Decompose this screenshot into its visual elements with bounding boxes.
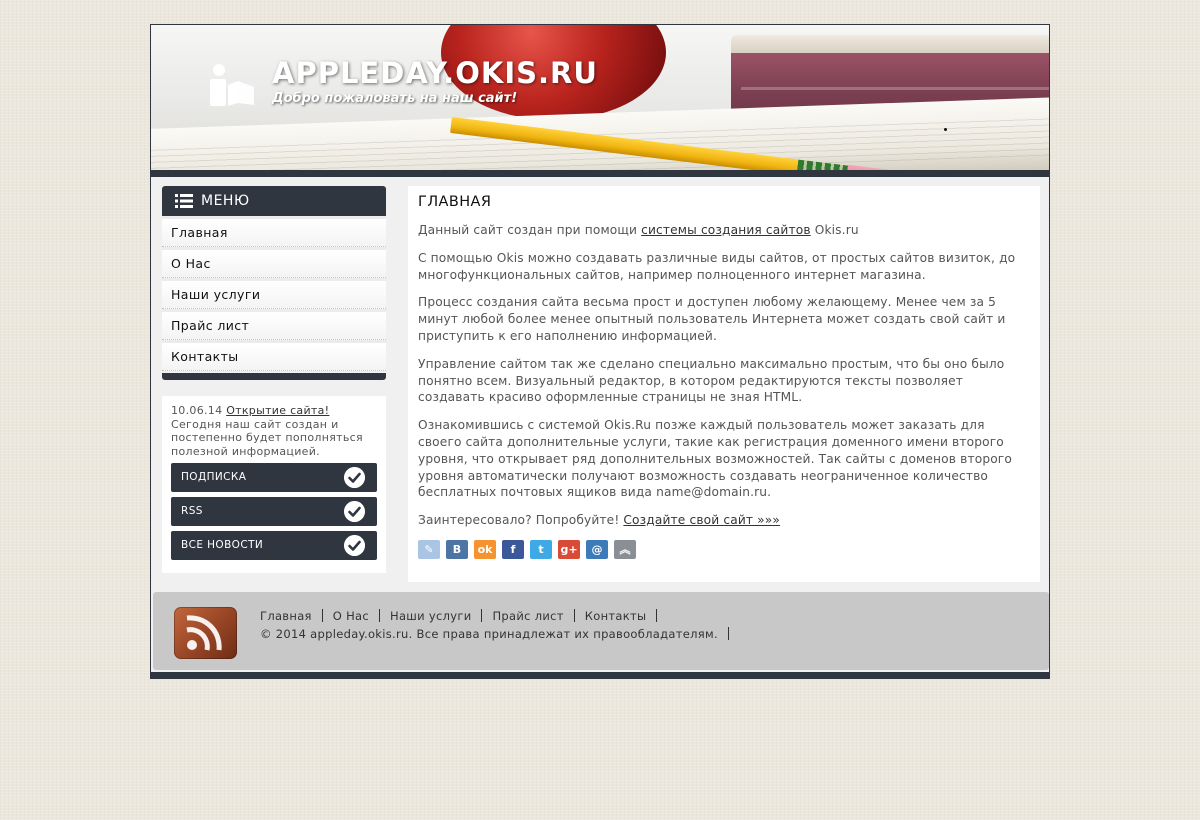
more-share-icon[interactable]: ︽ (614, 539, 636, 559)
reader-logo-icon[interactable] (208, 63, 256, 107)
all-news-button[interactable]: ВСЕ НОВОСТИ (171, 531, 377, 560)
menu-header: МЕНЮ (162, 186, 386, 216)
livejournal-icon[interactable]: ✎ (418, 539, 440, 559)
list-icon (175, 194, 193, 208)
news-date: 10.06.14 (171, 404, 223, 417)
sidebar-item-home[interactable]: Главная (162, 219, 386, 247)
footer-nav: Главная О Нас Наши услуги Прайс лист Контакт… (260, 609, 667, 623)
news-item: 10.06.14 Открытие сайта! Сегодня наш сай… (171, 404, 377, 458)
rss-feed-icon[interactable] (174, 607, 237, 659)
separator (573, 609, 575, 622)
paragraph-4: Управление сайтом так же сделано специал… (418, 356, 1005, 405)
checkmark-icon (344, 501, 365, 522)
text: Заинтересовало? Попробуйте! (418, 513, 624, 528)
header-banner: APPLEDAY.OKIS.RU Добро пожаловать на наш… (151, 25, 1049, 170)
news-link[interactable]: Открытие сайта! (226, 404, 329, 417)
paragraph-3: Процесс создания сайта весьма прост и до… (418, 295, 1006, 343)
rss-button-label: RSS (181, 505, 203, 517)
copyright-text: © 2014 appleday.okis.ru. Все права прина… (260, 627, 718, 641)
paragraph-5: Ознакомившись с системой Okis.Ru позже к… (418, 418, 1012, 500)
checkmark-icon (344, 535, 365, 556)
share-buttons: ✎ В ok f t g+ @ ︽ (418, 539, 1030, 559)
sidebar-item-pricelist[interactable]: Прайс лист (162, 312, 386, 340)
separator (481, 609, 483, 622)
sidebar-item-services[interactable]: Наши услуги (162, 281, 386, 309)
facebook-icon[interactable]: f (502, 539, 524, 559)
subscribe-button[interactable]: ПОДПИСКА (171, 463, 377, 492)
footer-link-about[interactable]: О Нас (333, 609, 369, 623)
news-box: 10.06.14 Открытие сайта! Сегодня наш сай… (162, 396, 386, 573)
paragraph-cta: Заинтересовало? Попробуйте! Создайте сво… (418, 512, 1030, 529)
page-bottom-bar (151, 672, 1049, 678)
text: Okis.ru (810, 223, 859, 237)
page-container: APPLEDAY.OKIS.RU Добро пожаловать на наш… (150, 24, 1050, 679)
site-title[interactable]: APPLEDAY.OKIS.RU (272, 56, 598, 90)
footer-link-pricelist[interactable]: Прайс лист (492, 609, 563, 623)
separator (379, 609, 381, 622)
text: Данный сайт создан при помощи (418, 223, 642, 237)
paragraph-intro: Данный сайт создан при помощи системы со… (418, 222, 1030, 239)
menu-footer-bar (162, 373, 386, 380)
cms-link[interactable]: системы создания сайтов (641, 223, 811, 237)
main-content: ГЛАВНАЯ Данный сайт создан при помощи си… (408, 186, 1040, 582)
sidebar-item-contacts[interactable]: Контакты (162, 343, 386, 371)
mail-ru-icon[interactable]: @ (586, 539, 608, 559)
page-title: ГЛАВНАЯ (418, 194, 492, 210)
news-text: Сегодня наш сайт создан и постепенно буд… (171, 417, 363, 458)
create-site-link[interactable]: Создайте свой сайт »»» (623, 513, 780, 527)
paragraph-2: С помощью Okis можно создавать различные… (418, 250, 1016, 282)
sidebar-menu: МЕНЮ Главная О Нас Наши услуги Прайс лис… (162, 186, 386, 380)
rss-button[interactable]: RSS (171, 497, 377, 526)
banner-dot (944, 128, 947, 131)
separator (321, 609, 323, 622)
separator (656, 609, 658, 622)
footer-link-home[interactable]: Главная (260, 609, 312, 623)
all-news-button-label: ВСЕ НОВОСТИ (181, 539, 264, 551)
footer: Главная О Нас Наши услуги Прайс лист Контакт… (153, 592, 1049, 670)
header-divider (151, 170, 1049, 177)
menu-title: МЕНЮ (201, 193, 250, 209)
separator (727, 627, 729, 640)
footer-link-services[interactable]: Наши услуги (390, 609, 471, 623)
sidebar-item-about[interactable]: О Нас (162, 250, 386, 278)
vkontakte-icon[interactable]: В (446, 539, 468, 559)
footer-link-contacts[interactable]: Контакты (585, 609, 647, 623)
copyright: © 2014 appleday.okis.ru. Все права прина… (260, 627, 729, 641)
twitter-icon[interactable]: t (530, 539, 552, 559)
checkmark-icon (344, 467, 365, 488)
odnoklassniki-icon[interactable]: ok (474, 539, 496, 559)
subscribe-button-label: ПОДПИСКА (181, 471, 247, 483)
site-subtitle: Добро пожаловать на наш сайт! (272, 91, 518, 106)
menu-list: Главная О Нас Наши услуги Прайс лист Кон… (162, 216, 386, 371)
google-plus-icon[interactable]: g+ (558, 539, 580, 559)
